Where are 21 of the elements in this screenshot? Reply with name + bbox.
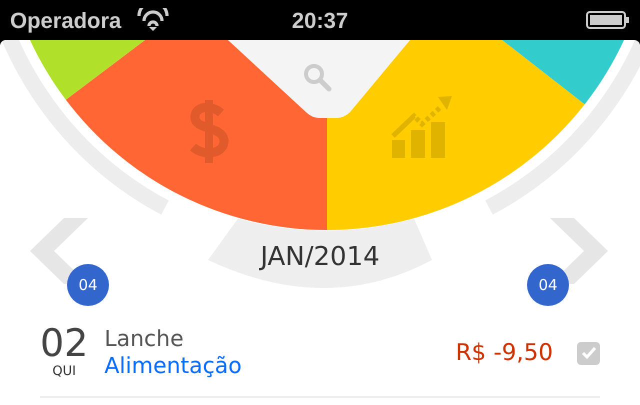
checkbox[interactable] bbox=[577, 342, 600, 364]
amount: R$ -9,50 bbox=[456, 338, 553, 368]
weekday-label: QUI bbox=[52, 363, 76, 382]
battery-icon bbox=[586, 10, 630, 30]
category-link[interactable]: Alimentação bbox=[104, 353, 242, 380]
search-wedge[interactable] bbox=[228, 40, 410, 118]
wifi-icon bbox=[137, 8, 170, 32]
transaction-title: Lanche bbox=[104, 326, 185, 353]
count-badge: 04 bbox=[527, 264, 569, 306]
count-badge: 04 bbox=[67, 264, 109, 306]
wheel-segment[interactable] bbox=[30, 40, 145, 100]
search-icon[interactable] bbox=[304, 64, 332, 92]
wheel-segment[interactable] bbox=[502, 40, 624, 104]
dollar-icon bbox=[190, 100, 228, 163]
wheel-segment[interactable] bbox=[66, 40, 327, 230]
check-icon bbox=[580, 346, 596, 360]
month-label: JAN/2014 bbox=[260, 241, 380, 274]
clock-time: 20:37 bbox=[292, 6, 348, 34]
carrier-name: Operadora bbox=[10, 6, 122, 35]
chart-icon bbox=[391, 96, 452, 158]
day-number: 02 bbox=[40, 324, 88, 362]
